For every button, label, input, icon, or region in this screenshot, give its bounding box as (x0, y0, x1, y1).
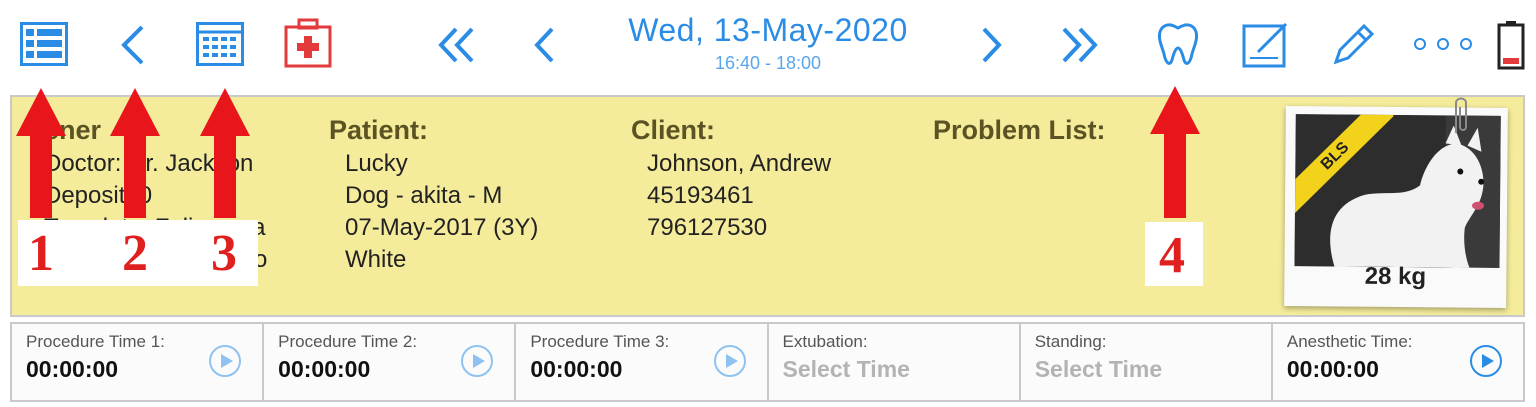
select-time-placeholder[interactable]: Select Time (783, 356, 910, 383)
double-left-icon[interactable] (436, 26, 476, 64)
toolbar: Wed, 13-May-2020 16:40 - 18:00 (0, 0, 1536, 88)
annotation-arrow-1 (16, 88, 66, 218)
timer-value: 00:00:00 (1286, 356, 1379, 382)
left-chevron-icon[interactable] (532, 26, 556, 64)
date-title: Wed, 13-May-2020 (628, 12, 908, 48)
medical-kit-icon[interactable] (284, 18, 332, 68)
annotation-arrow-2 (110, 88, 160, 218)
annotation-arrow-3 (200, 88, 250, 218)
play-icon[interactable] (713, 344, 747, 378)
annotation-number-2: 2 (122, 225, 148, 282)
annotation-arrow-4 (1150, 86, 1200, 218)
timer-standing[interactable]: Standing: Select Time (1021, 324, 1273, 400)
timer-extubation[interactable]: Extubation: Select Time (769, 324, 1021, 400)
select-time-placeholder[interactable]: Select Time (1035, 356, 1162, 383)
timer-label: Anesthetic Time: (1286, 332, 1413, 351)
timer-label: Extubation: (782, 332, 868, 351)
problem-list-header: Problem List: (933, 115, 1106, 145)
patient-section: Patient: Lucky Dog - akita - M 07-May-20… (329, 115, 538, 276)
patient-header: Patient: (329, 115, 429, 145)
back-chevron-icon[interactable] (118, 24, 148, 66)
pencil-icon[interactable] (1330, 20, 1378, 68)
timer-value: 00:00:00 (530, 356, 623, 382)
timer-value: 00:00:00 (26, 356, 119, 382)
timer-procedure-2[interactable]: Procedure Time 2: 00:00:00 (264, 324, 517, 400)
tooth-icon[interactable] (1154, 20, 1202, 68)
right-chevron-icon[interactable] (980, 26, 1004, 64)
patient-name: Lucky (345, 150, 408, 177)
patient-breed: Dog - akita - M (345, 182, 503, 209)
more-dots-icon[interactable] (1413, 37, 1473, 56)
paperclip-icon (1450, 93, 1472, 142)
play-icon[interactable] (208, 344, 242, 378)
double-right-icon[interactable] (1060, 26, 1100, 64)
calendar-grid-icon[interactable] (196, 22, 244, 66)
edit-note-icon[interactable] (1242, 20, 1290, 68)
annotation-number-4: 4 (1159, 227, 1185, 284)
client-header: Client: (631, 115, 715, 145)
timer-label: Procedure Time 1: (26, 332, 165, 351)
client-id: 45193461 (647, 182, 754, 209)
timer-procedure-3[interactable]: Procedure Time 3: 00:00:00 (516, 324, 769, 400)
time-range: 16:40 - 18:00 (714, 53, 822, 73)
annotation-number-1: 1 (28, 225, 54, 282)
play-icon[interactable] (460, 344, 494, 378)
patient-dob: 07-May-2017 (3Y) (345, 214, 539, 241)
timer-procedure-1[interactable]: Procedure Time 1: 00:00:00 (12, 324, 265, 400)
client-section: Client: Johnson, Andrew 45193461 7961275… (631, 115, 831, 244)
battery-icon (1497, 20, 1525, 70)
list-icon[interactable] (20, 22, 68, 66)
annotation-number-3: 3 (211, 225, 237, 282)
date-header[interactable]: Wed, 13-May-2020 16:40 - 18:00 (600, 12, 936, 74)
timer-label: Procedure Time 3: (530, 332, 670, 351)
client-phone: 796127530 (647, 214, 768, 241)
patient-weight: 28 kg (1364, 262, 1427, 291)
problem-list-section: Problem List: (933, 115, 1106, 148)
timer-value: 00:00:00 (278, 356, 371, 382)
patient-photo-card[interactable]: BLS 28 kg (1284, 106, 1508, 308)
timers-row: Procedure Time 1: 00:00:00 Procedure Tim… (10, 322, 1525, 402)
timer-label: Standing: (1034, 332, 1107, 351)
play-icon[interactable] (1469, 344, 1503, 378)
patient-color: White (345, 246, 407, 273)
client-name: Johnson, Andrew (647, 150, 832, 177)
timer-label: Procedure Time 2: (278, 332, 418, 351)
timer-anesthetic[interactable]: Anesthetic Time: 00:00:00 (1273, 324, 1523, 400)
